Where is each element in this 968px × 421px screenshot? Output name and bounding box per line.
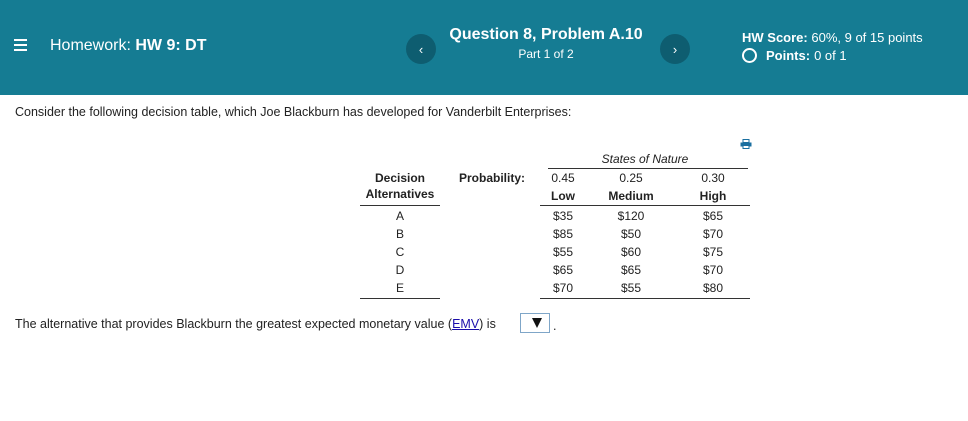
alt-label-b: B	[395, 227, 404, 241]
print-icon[interactable]	[740, 139, 752, 149]
answer-text-after: ) is	[479, 317, 496, 331]
bottom-rule-left	[360, 298, 440, 299]
table-cell: $70	[702, 227, 724, 241]
alt-label-d: D	[395, 263, 405, 277]
table-cell: $60	[620, 245, 642, 259]
state-medium: Medium	[608, 189, 654, 203]
table-cell: $65	[552, 263, 574, 277]
points-value: 0 of 1	[814, 48, 847, 63]
table-cell: $85	[552, 227, 574, 241]
alt-label-a: A	[395, 209, 404, 223]
homework-prefix: Homework:	[50, 37, 131, 54]
question-title: Question 8, Problem A.10	[449, 26, 643, 43]
answer-period: .	[553, 319, 557, 333]
next-question-button[interactable]: ›	[660, 34, 690, 64]
score-value: 60%, 9 of 15 points	[811, 30, 923, 45]
score-label: HW Score:	[742, 30, 808, 45]
table-cell: $55	[552, 245, 574, 259]
homework-name: HW 9: DT	[135, 37, 207, 54]
state-high: High	[699, 189, 727, 203]
states-divider	[548, 168, 748, 169]
header-rule-left	[360, 205, 440, 206]
status-circle-icon	[742, 48, 757, 63]
table-cell: $75	[702, 245, 724, 259]
table-cell: $120	[617, 209, 645, 223]
hw-score: HW Score: 60%, 9 of 15 points	[742, 30, 923, 45]
table-cell: $80	[702, 281, 724, 295]
dropdown-arrow-icon	[532, 318, 542, 328]
hamburger-menu-icon[interactable]	[14, 39, 27, 51]
homework-title: Homework: HW 9: DT	[50, 37, 206, 55]
bottom-rule-right	[540, 298, 750, 299]
table-cell: $65	[620, 263, 642, 277]
probability-label: Probability:	[458, 171, 525, 185]
alt-label-c: C	[395, 245, 405, 259]
table-cell: $55	[620, 281, 642, 295]
table-cell: $35	[552, 209, 574, 223]
part-label: Part 1 of 2	[518, 47, 574, 61]
states-of-nature-label: States of Nature	[601, 152, 689, 166]
table-cell: $65	[702, 209, 724, 223]
decision-header-line1: Decision	[374, 171, 425, 185]
table-cell: $70	[552, 281, 574, 295]
probability-low: 0.45	[551, 171, 575, 185]
header-rule-right	[540, 205, 750, 206]
decision-header-line2: Alternatives	[365, 187, 435, 201]
answer-dropdown[interactable]	[520, 313, 550, 333]
answer-question: The alternative that provides Blackburn …	[15, 317, 496, 331]
alt-label-e: E	[395, 281, 404, 295]
emv-link[interactable]: EMV	[452, 317, 479, 331]
probability-high: 0.30	[701, 171, 725, 185]
table-cell: $50	[620, 227, 642, 241]
question-prompt: Consider the following decision table, w…	[15, 105, 572, 119]
points-status: Points: 0 of 1	[742, 48, 847, 63]
answer-text-before: The alternative that provides Blackburn …	[15, 317, 453, 331]
probability-medium: 0.25	[619, 171, 643, 185]
previous-question-button[interactable]: ‹	[406, 34, 436, 64]
points-label: Points:	[766, 48, 811, 63]
top-bar: Homework: HW 9: DT ‹ Question 8, Problem…	[0, 0, 968, 95]
state-low: Low	[551, 189, 575, 203]
table-cell: $70	[702, 263, 724, 277]
